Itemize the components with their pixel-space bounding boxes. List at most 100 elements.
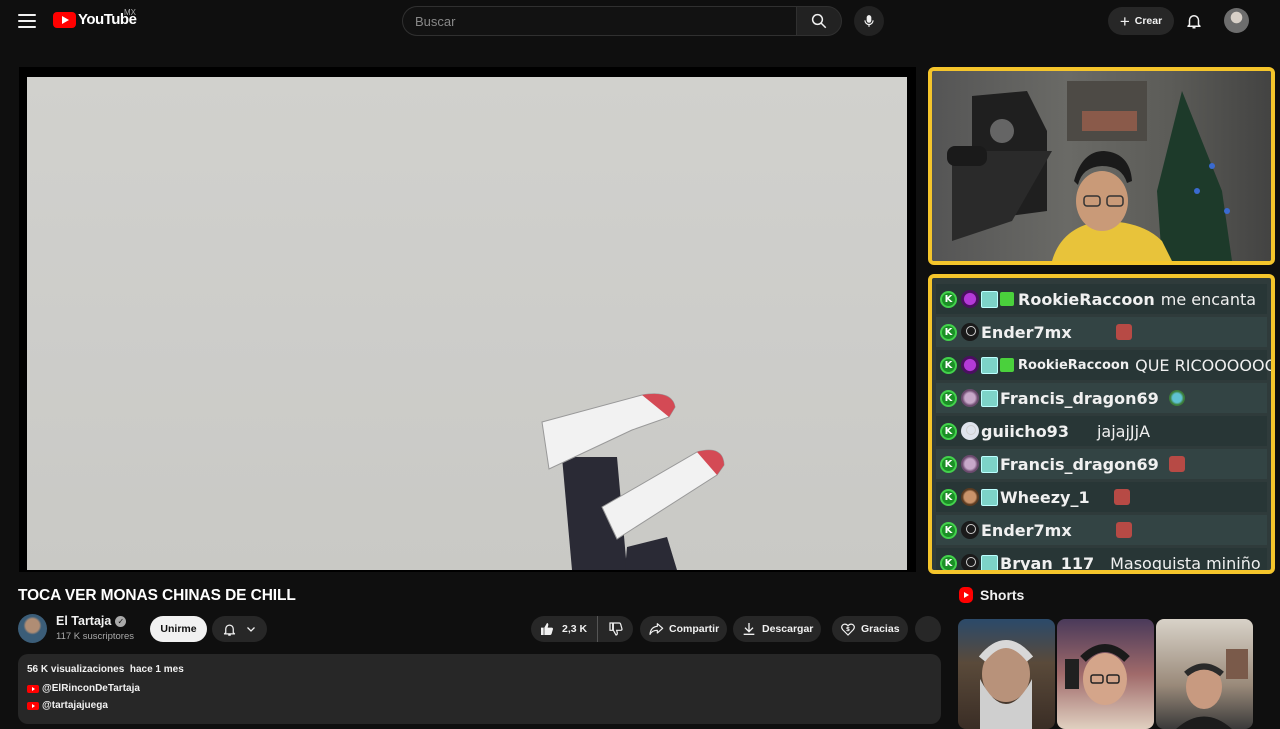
user-avatar-icon [961, 554, 979, 570]
shorts-icon [959, 587, 973, 603]
chat-username: Bryan_117 [1000, 553, 1095, 573]
svg-text:$: $ [846, 626, 850, 633]
user-avatar-icon [961, 488, 979, 506]
short-thumbnail[interactable] [958, 619, 1055, 729]
chat-text: jajajJjA [1096, 421, 1151, 441]
plus-icon: + [1119, 11, 1130, 31]
chat-username: Ender7mx [981, 322, 1072, 342]
join-button[interactable]: Unirme [150, 616, 207, 642]
channel-name: El Tartaja [56, 614, 112, 628]
chat-message: K guiicho93 jajajJjA [936, 416, 1267, 446]
kick-badge-icon: K [940, 422, 957, 440]
chat-username: RookieRaccoon [1018, 289, 1155, 309]
share-button[interactable]: Compartir [640, 616, 727, 642]
chat-username: Francis_dragon69 [1000, 388, 1159, 408]
chat-username: Francis_dragon69 [1000, 454, 1159, 474]
search-box [402, 6, 797, 36]
account-avatar[interactable] [1224, 8, 1249, 33]
short-thumbnail-image [1176, 649, 1248, 729]
emote-icon [1168, 390, 1185, 406]
create-button[interactable]: + Crear [1108, 7, 1174, 35]
stream-chat-overlay: K RookieRaccoon me encanta K Ender7mx K … [928, 274, 1275, 574]
subscriber-badge-icon [981, 290, 998, 308]
region-code: MX [124, 8, 136, 17]
like-dislike-group: 2,3 K [531, 616, 633, 642]
chat-text: QUE RICOOOOOOO [1135, 355, 1275, 375]
subscriber-badge-icon [981, 389, 998, 407]
dislike-button[interactable] [598, 616, 633, 642]
thumbs-down-icon [608, 622, 623, 636]
webcam-scene-illustration [947, 81, 1232, 261]
microphone-icon [864, 15, 874, 27]
like-count: 2,3 K [562, 623, 588, 635]
chat-text: me encanta [1160, 289, 1257, 309]
thanks-button[interactable]: $ Gracias [832, 616, 908, 642]
chat-text: Masoquista miniño [1110, 553, 1261, 573]
chat-message: K Francis_dragon69 [936, 449, 1267, 479]
channel-link-text: @tartajajuega [42, 700, 108, 711]
channel-name-link[interactable]: El Tartaja ✓ [56, 614, 127, 628]
search-icon [811, 13, 827, 29]
shorts-header: Shorts [959, 587, 1024, 603]
channel-avatar[interactable] [18, 614, 47, 643]
subscription-notifications-button[interactable] [212, 616, 267, 642]
voice-search-button[interactable] [854, 6, 884, 36]
video-scene-illustration [541, 393, 725, 570]
search-button[interactable] [796, 6, 842, 36]
chat-message: K Francis_dragon69 [936, 383, 1267, 413]
notifications-button[interactable] [1182, 9, 1206, 33]
short-thumbnail[interactable] [1057, 619, 1154, 729]
video-content[interactable] [27, 77, 907, 570]
video-title: TOCA VER MONAS CHINAS DE CHILL [18, 587, 296, 604]
subscriber-badge-icon [981, 488, 998, 506]
kick-badge-icon: K [940, 389, 957, 407]
chevron-down-icon [247, 627, 255, 632]
view-count: 56 K visualizaciones [27, 664, 125, 675]
user-avatar-icon [961, 290, 979, 308]
user-avatar-icon [961, 521, 979, 539]
kick-badge-icon: K [940, 455, 957, 473]
youtube-logo[interactable]: YouTube MX [53, 8, 137, 28]
more-actions-button[interactable] [915, 616, 941, 642]
emote-icon [1115, 324, 1132, 340]
channel-link-text: @ElRinconDeTartaja [42, 683, 140, 694]
heart-dollar-icon: $ [841, 623, 855, 636]
like-button[interactable]: 2,3 K [531, 616, 599, 642]
user-avatar-icon [961, 389, 979, 407]
user-avatar-icon [961, 356, 979, 374]
chat-message: K Ender7mx [936, 515, 1267, 545]
kick-badge-icon: K [940, 323, 957, 341]
search-input[interactable] [403, 7, 797, 35]
verified-icon: ✓ [115, 615, 127, 627]
menu-icon[interactable] [16, 11, 38, 31]
chat-username: guiicho93 [981, 421, 1069, 441]
create-label: Crear [1134, 15, 1163, 27]
youtube-play-icon [53, 11, 76, 28]
emote-icon [1115, 522, 1132, 538]
short-thumbnail-image [1065, 644, 1130, 705]
video-meta: 56 K visualizaciones hace 1 mes [27, 664, 184, 675]
download-button[interactable]: Descargar [733, 616, 821, 642]
chat-message: K Bryan_117 Masoquista miniño [936, 548, 1267, 573]
user-avatar-icon [961, 323, 979, 341]
thanks-label: Gracias [861, 623, 900, 635]
chat-message: K Ender7mx [936, 317, 1267, 347]
subscriber-badge-icon [981, 455, 998, 473]
chat-message: K Wheezy_1 [936, 482, 1267, 512]
subscriber-count: 117 K suscriptores [56, 631, 134, 642]
share-icon [649, 623, 664, 635]
short-thumbnail[interactable] [1156, 619, 1253, 729]
youtube-icon [27, 701, 39, 710]
youtube-icon [27, 684, 39, 693]
subscriber-badge-icon [981, 356, 998, 374]
user-avatar-icon [961, 455, 979, 473]
kick-badge-icon: K [940, 521, 957, 539]
thumbs-up-icon [541, 623, 553, 635]
channel-link[interactable]: @tartajajuega [27, 700, 108, 711]
subscriber-badge-icon [981, 554, 998, 570]
download-icon [743, 623, 755, 635]
gift-badge-icon [1000, 358, 1014, 372]
channel-link[interactable]: @ElRinconDeTartaja [27, 683, 140, 694]
chat-username: RookieRaccoon [1018, 357, 1130, 373]
kick-badge-icon: K [940, 356, 957, 374]
